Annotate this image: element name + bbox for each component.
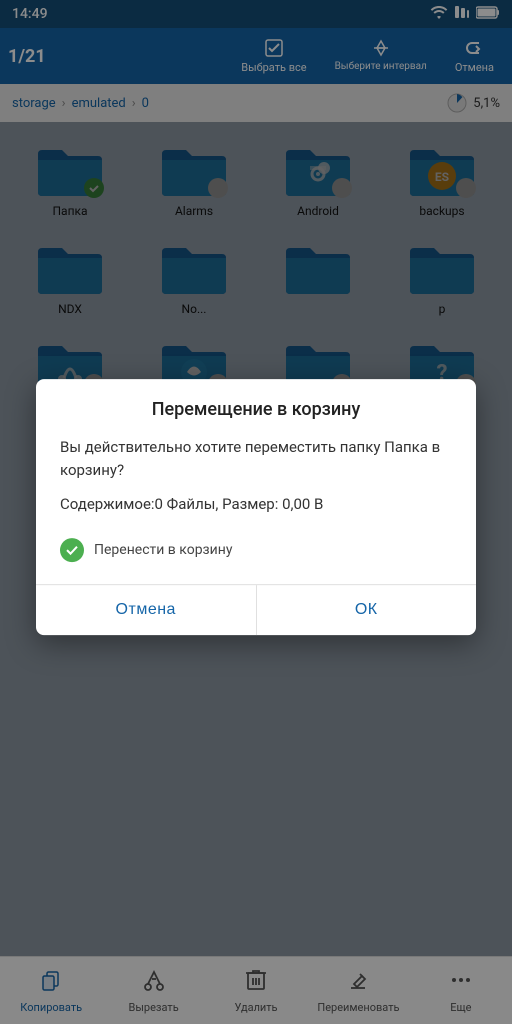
dialog-buttons: Отмена ОК: [36, 585, 476, 635]
dialog-body-text: Вы действительно хотите переместить папк…: [60, 436, 452, 481]
checkbox-check-icon: [60, 538, 84, 562]
dialog-title: Перемещение в корзину: [36, 379, 476, 432]
dialog-checkbox-row[interactable]: Перенести в корзину: [60, 532, 452, 568]
dialog-ok-button[interactable]: ОК: [257, 585, 477, 635]
dialog-cancel-button[interactable]: Отмена: [36, 585, 257, 635]
trash-dialog: Перемещение в корзину Вы действительно х…: [36, 379, 476, 635]
checkbox-label: Перенести в корзину: [94, 542, 232, 558]
dialog-body: Вы действительно хотите переместить папк…: [36, 432, 476, 584]
dialog-info-text: Содержимое:0 Файлы, Размер: 0,00 В: [60, 493, 452, 516]
